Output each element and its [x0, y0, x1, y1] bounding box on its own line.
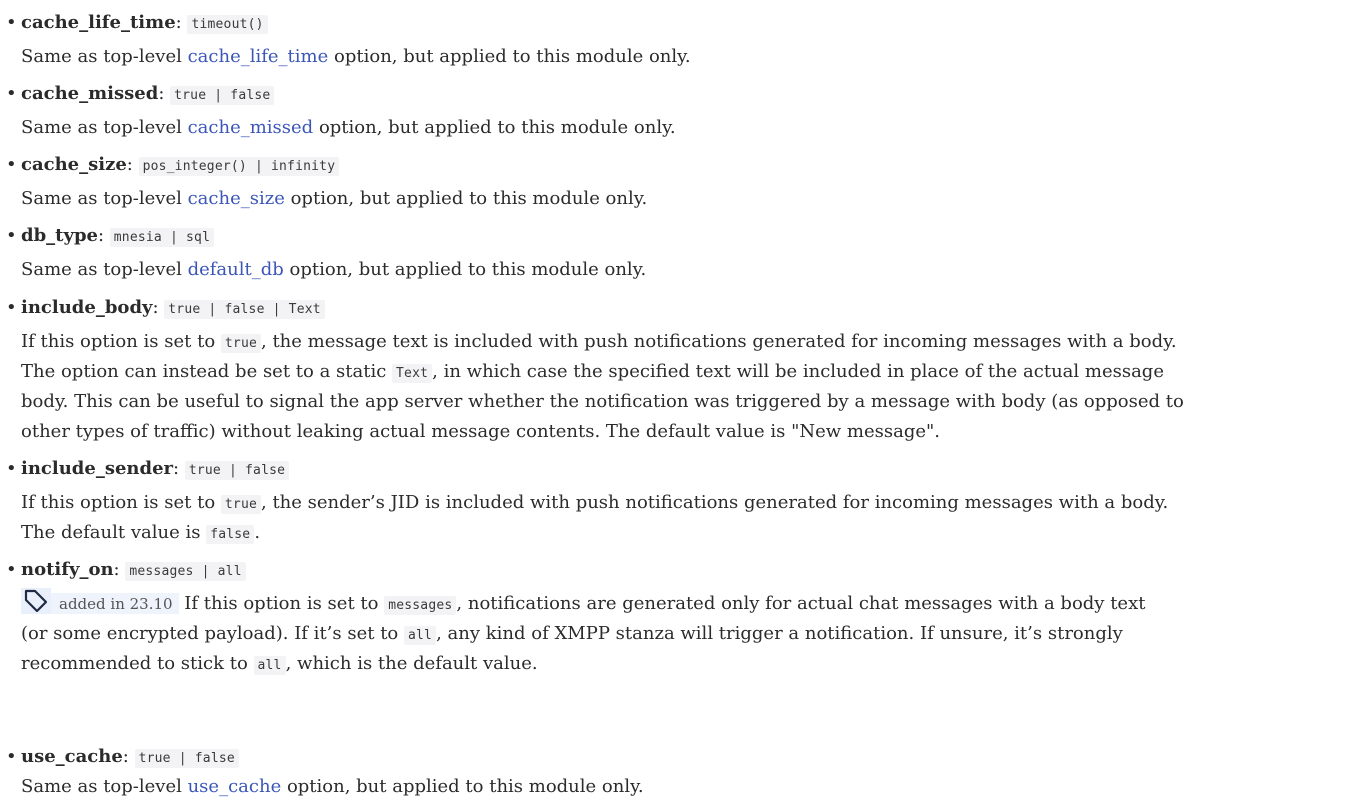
option-link[interactable]: use_cache — [188, 776, 282, 797]
bullet: • — [6, 746, 17, 767]
option-description-line: If this option is set to true, the messa… — [21, 331, 1177, 353]
bullet: • — [6, 225, 17, 246]
option-description-line: (or some encrypted payload). If it’s set… — [21, 623, 1123, 645]
option-header: cache_life_time: timeout() — [21, 8, 268, 40]
option-link[interactable]: cache_missed — [188, 117, 314, 138]
option-name: notify_on — [21, 559, 114, 580]
option-name: cache_missed — [21, 83, 159, 104]
bullet: • — [6, 83, 17, 104]
option-header: include_body: true | false | Text — [21, 293, 325, 325]
bullet: • — [6, 559, 17, 580]
option-header: include_sender: true | false — [21, 454, 290, 486]
option-header: cache_missed: true | false — [21, 79, 275, 111]
tag-icon — [21, 588, 51, 614]
option-description-line: The option can instead be set to a stati… — [21, 361, 1164, 383]
option-type: mnesia | sql — [109, 228, 215, 247]
option-type: true | false — [170, 86, 275, 105]
option-description: Same as top-level cache_life_time option… — [21, 46, 691, 67]
option-description-line: If this option is set to true, the sende… — [21, 492, 1169, 514]
option-description-line: added in 23.10 If this option is set to … — [21, 588, 1145, 621]
option-type: true | false — [184, 461, 290, 480]
option-name: db_type — [21, 225, 98, 246]
option-name: cache_life_time — [21, 12, 176, 33]
option-header: notify_on: messages | all — [21, 555, 246, 587]
inline-code: Text — [392, 364, 433, 383]
version-link[interactable]: 23.10 — [130, 595, 173, 613]
inline-code: all — [253, 656, 286, 675]
bullet: • — [6, 12, 17, 33]
option-name: include_sender — [21, 458, 174, 479]
option-header: cache_size: pos_integer() | infinity — [21, 150, 340, 182]
inline-code: true — [220, 334, 261, 353]
option-description: Same as top-level cache_size option, but… — [21, 188, 648, 209]
option-description: Same as top-level cache_missed option, b… — [21, 117, 676, 138]
option-name: include_body — [21, 297, 153, 318]
option-description: Same as top-level default_db option, but… — [21, 259, 647, 280]
inline-code: messages — [384, 596, 457, 615]
inline-code: true — [220, 495, 261, 514]
option-name: cache_size — [21, 154, 127, 175]
option-type: true | false — [134, 749, 239, 768]
bullet: • — [6, 458, 17, 479]
option-description-line: body. This can be useful to signal the a… — [21, 391, 1184, 412]
option-description-line: The default value is false. — [21, 522, 261, 544]
option-header: use_cache: true | false — [21, 742, 239, 774]
option-type: messages | all — [125, 562, 246, 581]
bullet: • — [6, 297, 17, 318]
option-type: true | false | Text — [164, 300, 325, 319]
option-description-line: other types of traffic) without leaking … — [21, 421, 941, 442]
bullet: • — [6, 154, 17, 175]
option-description-line: recommended to stick to all, which is th… — [21, 653, 538, 675]
option-description: Same as top-level use_cache option, but … — [21, 776, 644, 797]
inline-code: false — [206, 525, 255, 544]
option-link[interactable]: cache_life_time — [188, 46, 329, 67]
option-type: timeout() — [187, 15, 268, 34]
option-header: db_type: mnesia | sql — [21, 221, 215, 253]
option-name: use_cache — [21, 746, 123, 767]
inline-code: all — [404, 626, 437, 645]
added-in-badge: added in 23.10 — [21, 588, 179, 614]
option-link[interactable]: default_db — [188, 259, 284, 280]
option-type: pos_integer() | infinity — [138, 157, 340, 176]
option-link[interactable]: cache_size — [188, 188, 285, 209]
